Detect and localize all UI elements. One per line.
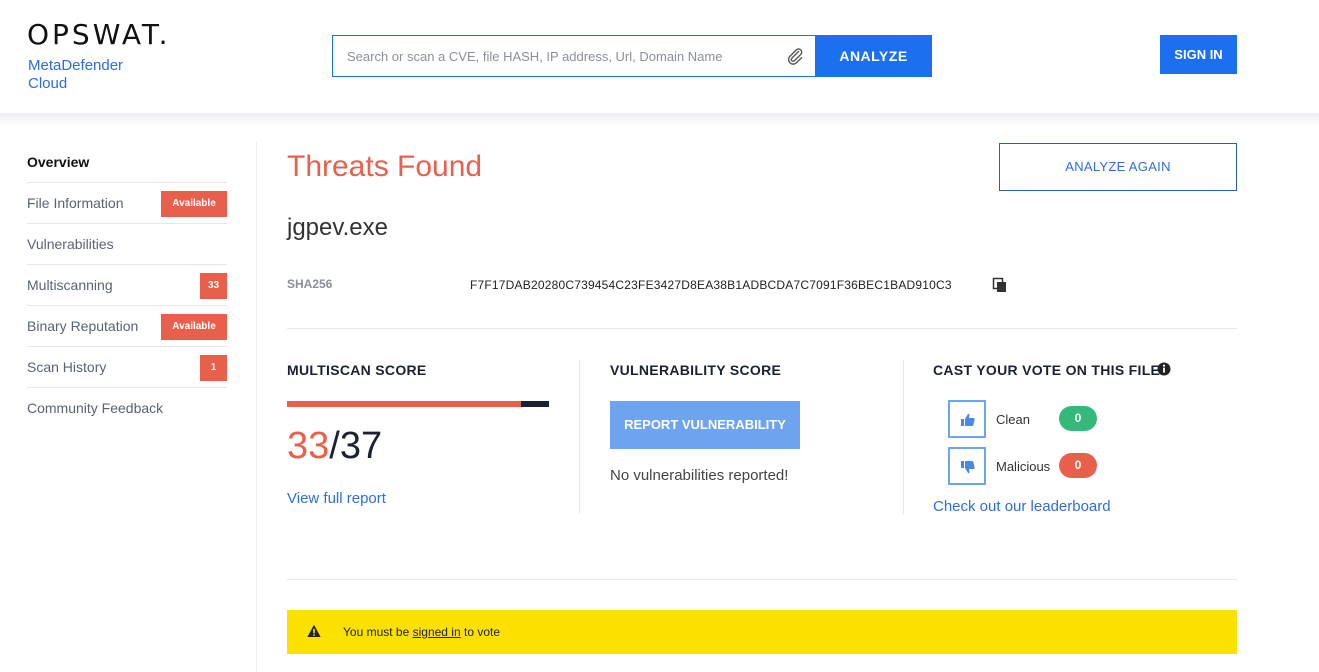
- vulnerability-status: No vulnerabilities reported!: [610, 467, 789, 484]
- sidebar-item-label: File Information: [27, 195, 124, 211]
- clean-count-badge: 0: [1059, 406, 1097, 431]
- vote-clean-button[interactable]: [948, 400, 986, 438]
- banner-prefix: You must be: [343, 625, 413, 639]
- vulnerability-score-title: VULNERABILITY SCORE: [610, 362, 782, 378]
- view-full-report-link[interactable]: View full report: [287, 490, 386, 507]
- sign-in-warning-banner: You must be signed in to vote: [287, 610, 1237, 654]
- sign-in-button[interactable]: SIGN IN: [1160, 35, 1237, 74]
- sidebar-item-file-information[interactable]: File Information Available: [27, 183, 227, 224]
- score-separator: /: [329, 425, 340, 467]
- sidebar-item-overview[interactable]: Overview: [27, 142, 227, 183]
- column-divider: [579, 360, 580, 514]
- malicious-count-badge: 0: [1059, 453, 1097, 478]
- vote-malicious-button[interactable]: [948, 447, 986, 485]
- section-divider: [287, 579, 1237, 580]
- sidebar-nav: Overview File Information Available Vuln…: [27, 142, 227, 429]
- multiscan-score-title: MULTISCAN SCORE: [287, 362, 427, 378]
- multiscan-progress-fill: [287, 401, 521, 407]
- sidebar-item-binary-reputation[interactable]: Binary Reputation Available: [27, 306, 227, 347]
- product-name-line1: MetaDefender: [28, 57, 124, 74]
- copy-icon[interactable]: [992, 277, 1008, 293]
- paperclip-icon[interactable]: [785, 46, 805, 66]
- multiscan-progress-bar: [287, 401, 549, 407]
- column-divider: [903, 360, 904, 514]
- sidebar-item-label: Binary Reputation: [27, 318, 139, 334]
- file-name: jgpev.exe: [287, 214, 388, 241]
- thumbs-down-icon: [961, 461, 975, 474]
- sidebar-item-vulnerabilities[interactable]: Vulnerabilities: [27, 224, 227, 265]
- sidebar-item-community-feedback[interactable]: Community Feedback: [27, 388, 227, 429]
- sidebar-item-label: Community Feedback: [27, 400, 164, 416]
- thumbs-up-icon: [961, 413, 975, 426]
- sidebar-item-label: Overview: [27, 154, 90, 170]
- top-header: OPSWAT. MetaDefender Cloud ANALYZE SIGN …: [0, 0, 1319, 113]
- status-badge: Available: [161, 314, 227, 340]
- product-name[interactable]: MetaDefender Cloud: [28, 57, 123, 93]
- analyze-button[interactable]: ANALYZE: [815, 35, 932, 77]
- banner-suffix: to vote: [460, 625, 501, 639]
- sidebar-item-label: Multiscanning: [27, 277, 113, 293]
- warning-icon: [307, 624, 321, 638]
- signed-in-link[interactable]: signed in: [413, 625, 461, 639]
- sidebar-item-multiscanning[interactable]: Multiscanning 33: [27, 265, 227, 306]
- count-badge: 1: [200, 355, 227, 381]
- malicious-label: Malicious: [996, 459, 1051, 474]
- detected-count: 33: [287, 425, 330, 467]
- sha256-label: SHA256: [287, 277, 333, 291]
- section-divider: [287, 328, 1237, 329]
- search-input[interactable]: [347, 36, 777, 76]
- sidebar-item-scan-history[interactable]: Scan History 1: [27, 347, 227, 388]
- report-vulnerability-button[interactable]: REPORT VULNERABILITY: [610, 401, 800, 449]
- sha256-value[interactable]: F7F17DAB20280C739454C23FE3427D8EA38B1ADB…: [470, 278, 952, 292]
- info-icon[interactable]: [1157, 362, 1171, 376]
- status-badge: Available: [161, 191, 227, 217]
- clean-label: Clean: [996, 412, 1030, 427]
- sidebar-divider: [256, 142, 257, 672]
- sidebar-item-label: Vulnerabilities: [27, 236, 114, 252]
- sign-in-warning-text: You must be signed in to vote: [343, 624, 500, 640]
- product-name-line2: Cloud: [28, 75, 68, 92]
- vote-title: CAST YOUR VOTE ON THIS FILE: [933, 362, 1161, 378]
- multiscan-score: 33/37: [287, 424, 382, 468]
- page-title: Threats Found: [287, 150, 483, 183]
- analyze-again-button[interactable]: ANALYZE AGAIN: [999, 143, 1237, 191]
- leaderboard-link[interactable]: Check out our leaderboard: [933, 498, 1111, 515]
- search-box: [332, 35, 815, 77]
- sidebar-item-label: Scan History: [27, 359, 107, 375]
- total-engines: 37: [339, 425, 383, 467]
- header-shadow: [0, 113, 1319, 127]
- count-badge: 33: [200, 273, 227, 299]
- opswat-logo[interactable]: OPSWAT.: [27, 20, 171, 50]
